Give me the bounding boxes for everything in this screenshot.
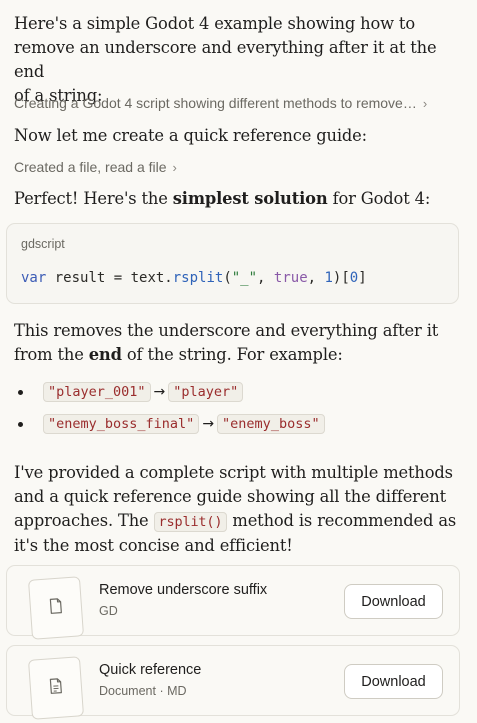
code-text: , bbox=[307, 270, 325, 286]
text-segment: of the string. For example: bbox=[121, 345, 343, 364]
bold-text: end bbox=[88, 345, 122, 364]
inline-code: rsplit() bbox=[153, 512, 228, 532]
bullet-dot bbox=[18, 421, 23, 427]
document-icon bbox=[48, 678, 63, 699]
arrow-right-icon: → bbox=[202, 416, 215, 432]
paragraph-summary: I've provided a complete script with mul… bbox=[14, 461, 464, 558]
code-function: rsplit bbox=[172, 270, 224, 286]
file-thumbnail bbox=[27, 576, 85, 640]
tool-action-created-file[interactable]: Created a file, read a file › bbox=[14, 157, 177, 177]
code-language-label: gdscript bbox=[21, 237, 65, 251]
file-type: GD bbox=[99, 604, 118, 618]
inline-code-output: "player" bbox=[168, 382, 244, 402]
summary-line-4: it's the most concise and efficient! bbox=[14, 536, 293, 555]
download-button[interactable]: Download bbox=[344, 584, 443, 619]
code-text: , bbox=[257, 270, 274, 286]
paragraph-reference-guide: Now let me create a quick reference guid… bbox=[14, 126, 367, 145]
code-number: 1 bbox=[324, 270, 333, 286]
paragraph-simplest-solution: Perfect! Here's the simplest solution fo… bbox=[14, 187, 464, 211]
text-segment: approaches. The bbox=[14, 511, 154, 530]
summary-line-1: I've provided a complete script with mul… bbox=[14, 463, 453, 482]
bullet-dot bbox=[18, 389, 23, 395]
list-item: "enemy_boss_final" → "enemy_boss" bbox=[18, 412, 438, 436]
file-card-remove-underscore[interactable]: Remove underscore suffix GD Download bbox=[6, 565, 460, 640]
summary-line-2: and a quick reference guide showing all … bbox=[14, 487, 447, 506]
explanation-line-1: This removes the underscore and everythi… bbox=[14, 321, 439, 340]
text-segment: method is recommended as bbox=[227, 511, 457, 530]
text-segment: Perfect! Here's the bbox=[14, 189, 173, 208]
text-segment: for Godot 4: bbox=[327, 189, 431, 208]
intro-line-1: Here's a simple Godot 4 example showing … bbox=[14, 14, 415, 33]
tool-action-creating-script[interactable]: Creating a Godot 4 script showing differ… bbox=[14, 93, 427, 113]
code-literal: true bbox=[273, 270, 308, 286]
code-text: )[ bbox=[332, 270, 350, 286]
chevron-right-icon: › bbox=[172, 159, 177, 175]
file-icon bbox=[48, 598, 63, 619]
list-item: "player_001" → "player" bbox=[18, 380, 438, 404]
code-line: var result = text.rsplit("_", true, 1)[0… bbox=[21, 270, 367, 286]
tool-action-label: Created a file, read a file bbox=[14, 159, 167, 175]
tool-action-label: Creating a Godot 4 script showing differ… bbox=[14, 95, 417, 111]
file-title: Quick reference bbox=[99, 662, 202, 678]
code-keyword: var bbox=[21, 270, 47, 286]
bold-text: simplest solution bbox=[172, 189, 328, 208]
inline-code-output: "enemy_boss" bbox=[217, 414, 325, 434]
code-text: result = text. bbox=[46, 270, 173, 286]
code-text: ( bbox=[223, 270, 232, 286]
file-type: Document · MD bbox=[99, 684, 187, 698]
chevron-right-icon: › bbox=[422, 95, 428, 111]
intro-line-2: remove an underscore and everything afte… bbox=[14, 38, 437, 81]
summary-line-3: approaches. The rsplit() method is recom… bbox=[14, 509, 464, 534]
text-segment: from the bbox=[14, 345, 89, 364]
arrow-right-icon: → bbox=[153, 384, 166, 400]
inline-code-input: "enemy_boss_final" bbox=[43, 414, 200, 434]
code-string: "_" bbox=[231, 270, 258, 286]
paragraph-explanation: This removes the underscore and everythi… bbox=[14, 319, 464, 367]
explanation-line-2: from the end of the string. For example: bbox=[14, 343, 464, 367]
inline-code-input: "player_001" bbox=[43, 382, 151, 402]
download-button[interactable]: Download bbox=[344, 664, 443, 699]
file-thumbnail bbox=[27, 656, 85, 720]
code-number: 0 bbox=[349, 270, 359, 286]
file-title: Remove underscore suffix bbox=[99, 582, 268, 598]
code-block[interactable]: gdscript var result = text.rsplit("_", t… bbox=[6, 223, 459, 304]
code-text: ] bbox=[358, 270, 367, 286]
file-card-quick-reference[interactable]: Quick reference Document · MD Download bbox=[6, 645, 460, 720]
